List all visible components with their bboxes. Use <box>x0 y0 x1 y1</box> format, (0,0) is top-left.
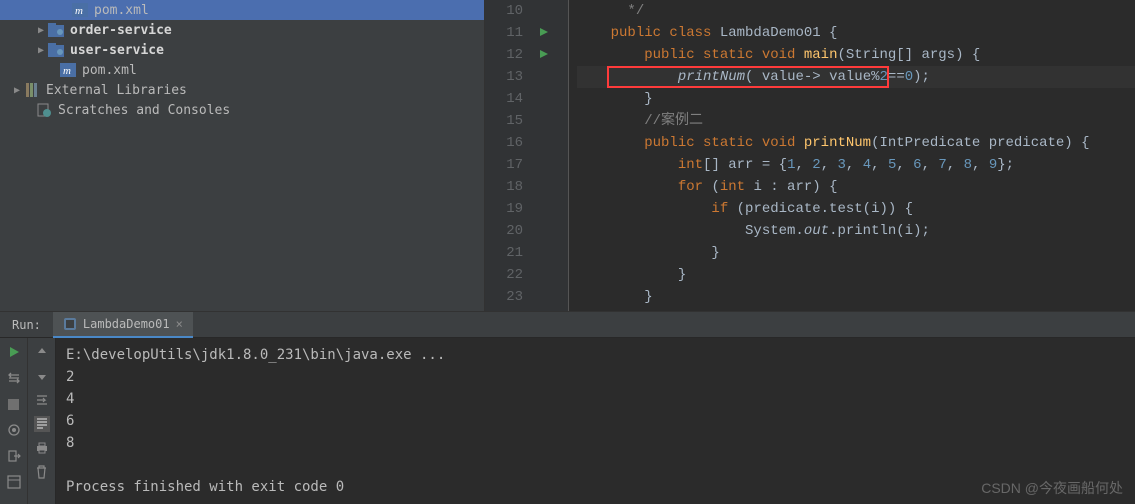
lib-icon <box>24 82 42 98</box>
close-icon[interactable]: × <box>176 317 183 331</box>
tree-item[interactable]: m pom.xml <box>0 0 484 20</box>
rerun-icon[interactable] <box>6 344 22 360</box>
tree-item-label: External Libraries <box>46 83 187 98</box>
down-icon[interactable] <box>34 368 50 384</box>
line-number-gutter: 1011121314151617181920212223 <box>493 0 533 311</box>
expand-arrow-icon[interactable]: ▶ <box>34 45 48 56</box>
run-tool-window: Run: LambdaDemo01 × <box>0 311 1135 504</box>
print-icon[interactable] <box>34 440 50 456</box>
code-line[interactable]: if (predicate.test(i)) { <box>577 198 1135 220</box>
tree-item[interactable]: ▶ order-service <box>0 20 484 40</box>
tree-item-label: order-service <box>70 23 172 38</box>
code-line[interactable]: } <box>577 286 1135 308</box>
code-area[interactable]: */ public class LambdaDemo01 { public st… <box>569 0 1135 311</box>
fold-gutter[interactable] <box>555 0 569 311</box>
tree-item[interactable]: ▶ user-service <box>0 40 484 60</box>
expand-arrow-icon[interactable]: ▶ <box>10 85 24 96</box>
tree-item[interactable]: m pom.xml <box>0 60 484 80</box>
code-line[interactable]: public static void printNum(IntPredicate… <box>577 132 1135 154</box>
run-tab-icon <box>63 317 77 331</box>
maven-icon: m <box>72 2 90 18</box>
run-toolbar-console <box>28 338 56 504</box>
tree-item-label: user-service <box>70 43 164 58</box>
code-line[interactable]: //案例二 <box>577 110 1135 132</box>
code-line[interactable]: */ <box>577 0 1135 22</box>
code-line[interactable]: } <box>577 88 1135 110</box>
tree-item[interactable]: Scratches and Consoles <box>0 100 484 120</box>
run-gutter-icon[interactable] <box>539 49 549 59</box>
code-line[interactable]: public class LambdaDemo01 { <box>577 22 1135 44</box>
tree-item-label: pom.xml <box>94 3 149 18</box>
up-icon[interactable] <box>34 344 50 360</box>
dump-icon[interactable] <box>6 422 22 438</box>
run-tab-name: LambdaDemo01 <box>83 317 170 331</box>
run-tab-bar: Run: LambdaDemo01 × <box>0 312 1135 338</box>
settings-icon[interactable] <box>6 370 22 386</box>
code-line[interactable]: int[] arr = {1, 2, 3, 4, 5, 6, 7, 8, 9}; <box>577 154 1135 176</box>
soft-wrap-icon[interactable] <box>34 392 50 408</box>
code-line[interactable]: } <box>577 264 1135 286</box>
exit-icon[interactable] <box>6 448 22 464</box>
tree-item-label: Scratches and Consoles <box>58 103 230 118</box>
highlight-annotation-box <box>607 66 889 88</box>
code-line[interactable]: System.out.println(i); <box>577 220 1135 242</box>
stop-icon[interactable] <box>6 396 22 412</box>
scroll-to-end-icon[interactable] <box>34 416 50 432</box>
trash-icon[interactable] <box>34 464 50 480</box>
run-tab[interactable]: LambdaDemo01 × <box>53 312 193 338</box>
project-tree[interactable]: m pom.xml ▶ order-service ▶ user-service m pom.… <box>0 0 485 311</box>
run-toolbar-left <box>0 338 28 504</box>
svg-text:m: m <box>75 5 83 17</box>
layout-icon[interactable] <box>6 474 22 490</box>
maven-icon: m <box>60 62 78 78</box>
scratch-icon <box>36 102 54 118</box>
code-line[interactable]: for (int i : arr) { <box>577 176 1135 198</box>
code-editor[interactable]: 1011121314151617181920212223 */ public c… <box>485 0 1135 311</box>
run-marker-gutter[interactable] <box>533 0 555 311</box>
code-line[interactable]: } <box>577 242 1135 264</box>
tree-item-label: pom.xml <box>82 63 137 78</box>
expand-arrow-icon[interactable]: ▶ <box>34 25 48 36</box>
module-icon <box>48 22 66 38</box>
module-icon <box>48 42 66 58</box>
editor-left-edge <box>485 0 493 311</box>
svg-text:m: m <box>63 65 71 77</box>
console-output[interactable]: E:\developUtils\jdk1.8.0_231\bin\java.ex… <box>56 338 1135 504</box>
tree-item[interactable]: ▶ External Libraries <box>0 80 484 100</box>
run-gutter-icon[interactable] <box>539 27 549 37</box>
code-line[interactable]: public static void main(String[] args) { <box>577 44 1135 66</box>
run-label: Run: <box>0 318 53 332</box>
